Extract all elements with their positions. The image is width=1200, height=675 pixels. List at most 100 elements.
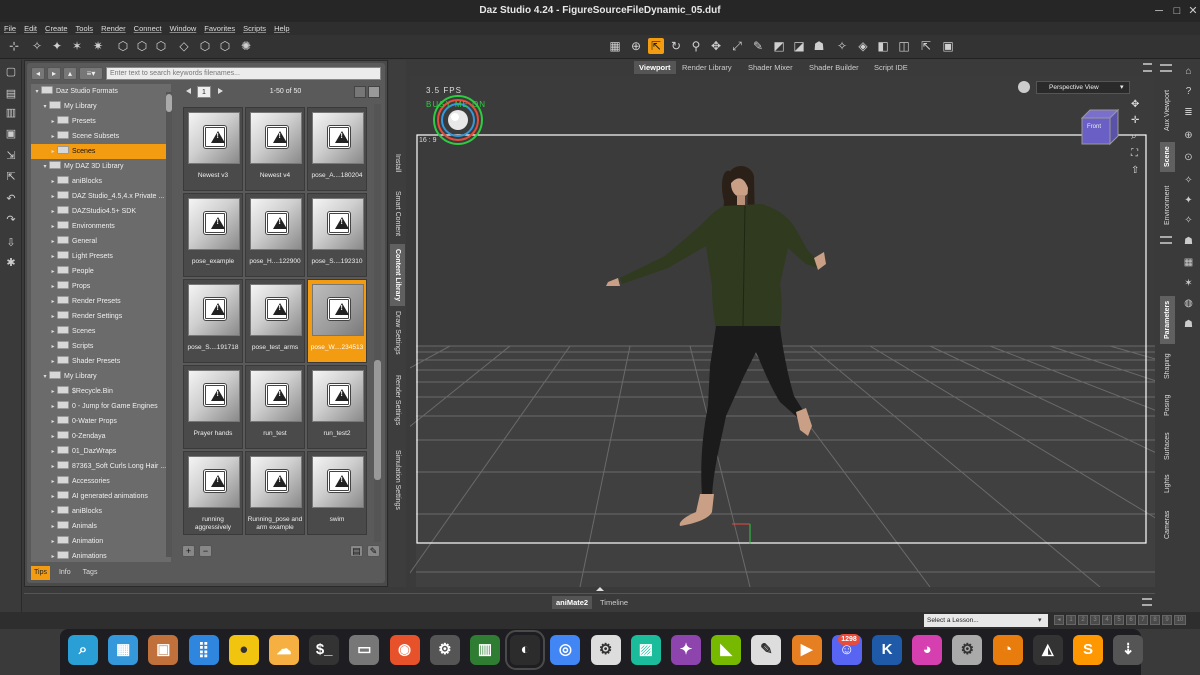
tab-smart-content[interactable]: Smart Content [390, 184, 405, 244]
lesson-page-5[interactable]: 5 [1114, 615, 1124, 625]
figure-2-icon[interactable]: ☗ [1181, 317, 1196, 332]
tree-item[interactable]: ▸ General [31, 234, 171, 249]
sparkle-panel-icon[interactable]: ✶ [1181, 276, 1196, 291]
frame-icon[interactable]: ⛶ [1131, 148, 1138, 159]
help-icon[interactable]: ? [1181, 84, 1196, 99]
tab-viewport[interactable]: Viewport [634, 61, 676, 74]
tree-scrollbar-thumb[interactable] [166, 94, 172, 112]
krita-icon[interactable]: K [872, 635, 902, 665]
tree-item[interactable]: ▸ Animals [31, 519, 171, 534]
light-icon[interactable]: ✺ [238, 38, 254, 54]
open-file-icon[interactable]: ▤ [3, 86, 19, 102]
content-tile[interactable]: pose_H....122900 [245, 193, 305, 277]
panel-menu-icon[interactable] [1160, 64, 1172, 72]
scale-icon[interactable]: ⤢ [729, 38, 745, 54]
tab-parameters[interactable]: Parameters [1160, 296, 1175, 344]
content-tile[interactable]: Prayer hands [183, 365, 243, 449]
archive-app-icon[interactable]: ▣ [148, 635, 179, 665]
apps-grid-icon[interactable]: ⣿ [188, 635, 219, 665]
collapsed-arrow-icon[interactable]: ▸ [49, 280, 57, 294]
text-editor-icon[interactable]: ✎ [751, 635, 782, 665]
tree-item[interactable]: ▾ My Library [31, 99, 171, 114]
blender-icon[interactable]: ◔ [992, 635, 1023, 665]
tree-item[interactable]: ▸ Shader Presets [31, 354, 171, 369]
magic-tool-icon[interactable]: ✷ [90, 38, 106, 54]
search-app-icon[interactable]: ⌕ [68, 635, 98, 665]
usb-app-icon[interactable]: ⇣ [1113, 635, 1144, 665]
new-file-icon[interactable]: ▢ [3, 64, 19, 80]
prev-page-icon[interactable] [186, 88, 191, 94]
tree-item[interactable]: ▾ My DAZ 3D Library [31, 159, 171, 174]
export-icon[interactable]: ⇱ [3, 169, 19, 185]
tree-item[interactable]: ▸ Animation [31, 534, 171, 549]
menu-scripts[interactable]: Scripts [243, 22, 266, 35]
collapsed-arrow-icon[interactable]: ▸ [49, 175, 57, 189]
tab-shader-builder[interactable]: Shader Builder [804, 61, 864, 74]
files-app-icon[interactable]: ▦ [108, 635, 139, 665]
collapsed-arrow-icon[interactable]: ▸ [49, 250, 57, 264]
file-manager-icon[interactable]: ▭ [349, 635, 380, 665]
tab-scene[interactable]: Scene [1160, 142, 1175, 172]
lesson-page-10[interactable]: 10 [1174, 615, 1186, 625]
expand-up-icon[interactable] [596, 587, 604, 591]
star-tool-icon[interactable]: ✶ [69, 38, 85, 54]
image-viewer-icon[interactable]: ▨ [630, 635, 661, 665]
draw-style-icon[interactable] [1018, 81, 1030, 93]
remove-button[interactable]: − [199, 545, 212, 557]
cube-tool-3-icon[interactable]: ⬡ [153, 38, 169, 54]
page-number[interactable]: 1 [197, 86, 211, 98]
tree-item[interactable]: ▸ $Recycle.Bin [31, 384, 171, 399]
wand-tool-icon[interactable]: ✦ [49, 38, 65, 54]
tree-item[interactable]: ▸ aniBlocks [31, 504, 171, 519]
menu-create[interactable]: Create [45, 22, 68, 35]
tree-item[interactable]: ▸ DAZStudio4.5+ SDK [31, 204, 171, 219]
menu-window[interactable]: Window [170, 22, 197, 35]
cube-tool-icon[interactable]: ⬡ [115, 38, 131, 54]
collapsed-arrow-icon[interactable]: ▸ [49, 550, 57, 562]
wand-icon[interactable]: ✧ [1181, 173, 1196, 188]
edit-item-icon[interactable]: ✎ [367, 545, 380, 557]
wand-2-icon[interactable]: ✦ [1181, 193, 1196, 208]
primitive-3-icon[interactable]: ⬡ [217, 38, 233, 54]
grid-view-icon[interactable] [368, 86, 380, 98]
primitive-2-icon[interactable]: ⬡ [197, 38, 213, 54]
figure-icon[interactable]: ☗ [1181, 234, 1196, 249]
lesson-page-6[interactable]: 6 [1126, 615, 1136, 625]
home-icon[interactable]: ⌂ [1181, 64, 1196, 79]
lesson-page-9[interactable]: 9 [1162, 615, 1172, 625]
tab-content-library[interactable]: Content Library [390, 244, 405, 306]
list-icon[interactable]: ≣ [1181, 105, 1196, 120]
content-tile[interactable]: pose_S....192310 [307, 193, 367, 277]
tree-item[interactable]: ▸ Accessories [31, 474, 171, 489]
collapsed-arrow-icon[interactable]: ▸ [49, 235, 57, 249]
import-icon[interactable]: ⇲ [3, 148, 19, 164]
undo-icon[interactable]: ↶ [3, 191, 19, 207]
lesson-page-1[interactable]: 1 [1066, 615, 1076, 625]
grid-panel-icon[interactable]: ▦ [1181, 255, 1196, 270]
tree-item[interactable]: ▸ 87363_Soft Curls Long Hair ... [31, 459, 171, 474]
tree-item[interactable]: ▸ Props [31, 279, 171, 294]
menu-help[interactable]: Help [274, 22, 289, 35]
new-item-icon[interactable]: ▤ [350, 545, 363, 557]
rotate-icon[interactable]: ↻ [668, 38, 684, 54]
expanded-arrow-icon[interactable]: ▾ [33, 85, 41, 99]
tree-item[interactable]: ▸ Scenes [31, 144, 171, 159]
tab-cameras[interactable]: Cameras [1160, 506, 1175, 544]
redo-icon[interactable]: ↷ [3, 212, 19, 228]
add-button[interactable]: + [182, 545, 195, 557]
geometry-editor-icon[interactable]: ◩ [771, 38, 787, 54]
pointer-icon[interactable]: ⇱ [918, 38, 934, 54]
lesson-page-3[interactable]: 3 [1090, 615, 1100, 625]
collapsed-arrow-icon[interactable]: ▸ [49, 145, 57, 159]
tab-timeline[interactable]: Timeline [596, 596, 632, 609]
tab-lights[interactable]: Lights [1160, 470, 1175, 498]
spot-render-icon[interactable]: ✧ [834, 38, 850, 54]
terminal-app-icon[interactable]: $_ [309, 635, 340, 665]
merge-icon[interactable]: ▥ [3, 105, 19, 121]
tree-item[interactable]: ▸ 01_DazWraps [31, 444, 171, 459]
panel-menu-icon[interactable] [1143, 63, 1152, 72]
universal-icon[interactable]: ⚲ [688, 38, 704, 54]
figure-tool-icon[interactable]: ☗ [811, 38, 827, 54]
lesson-page-4[interactable]: 4 [1102, 615, 1112, 625]
collapsed-arrow-icon[interactable]: ▸ [49, 190, 57, 204]
